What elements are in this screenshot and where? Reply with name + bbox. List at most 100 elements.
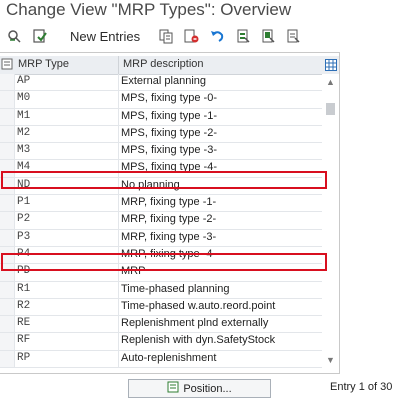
column-header-mrp-type[interactable]: MRP Type — [18, 58, 69, 70]
mrp-description-cell[interactable]: Replenish with dyn.SafetyStock — [121, 334, 275, 346]
display-change-icon[interactable] — [5, 26, 25, 46]
new-entries-button[interactable]: New Entries — [70, 29, 140, 44]
column-divider — [118, 316, 119, 333]
mrp-type-cell[interactable]: AP — [17, 75, 30, 87]
table-row[interactable]: P2 MRP, fixing type -2- — [0, 212, 322, 230]
mrp-type-cell[interactable]: PD — [17, 265, 30, 277]
select-block-icon[interactable] — [258, 26, 278, 46]
mrp-description-cell[interactable]: MPS, fixing type -0- — [121, 92, 217, 104]
mrp-description-cell[interactable]: MPS, fixing type -4- — [121, 161, 217, 173]
mrp-description-cell[interactable]: MRP — [121, 265, 145, 277]
undo-icon[interactable] — [207, 26, 227, 46]
mrp-description-cell[interactable]: External planning — [121, 75, 206, 87]
table-row[interactable]: RF Replenish with dyn.SafetyStock — [0, 333, 322, 351]
scroll-thumb[interactable] — [326, 103, 335, 115]
mrp-description-cell[interactable]: Auto-replenishment — [121, 352, 216, 364]
row-selector[interactable] — [0, 298, 15, 316]
row-selector[interactable] — [0, 229, 15, 246]
mrp-description-cell[interactable]: MPS, fixing type -1- — [121, 110, 217, 122]
mrp-type-cell[interactable]: M3 — [17, 144, 30, 156]
row-selector[interactable] — [0, 246, 15, 264]
table-row[interactable]: P4 MRP, fixing type -4- — [0, 246, 322, 265]
row-selector[interactable] — [0, 350, 15, 368]
row-selector[interactable] — [0, 212, 15, 229]
table-row[interactable]: AP External planning — [0, 74, 322, 92]
table-row[interactable]: M0 MPS, fixing type -0- — [0, 91, 322, 109]
mrp-type-cell[interactable]: R2 — [17, 300, 30, 312]
mrp-description-cell[interactable]: MRP, fixing type -2- — [121, 213, 216, 225]
position-icon — [167, 381, 179, 396]
table-row[interactable]: M4 MPS, fixing type -4- — [0, 160, 322, 178]
table-row[interactable]: M3 MPS, fixing type -3- — [0, 143, 322, 161]
select-all-icon[interactable] — [233, 26, 253, 46]
mrp-type-cell[interactable]: ND — [17, 179, 30, 191]
row-selector[interactable] — [0, 177, 15, 195]
row-selector[interactable] — [0, 143, 15, 160]
vertical-scrollbar[interactable]: ▲ ▼ — [323, 75, 338, 371]
row-selector[interactable] — [0, 264, 15, 281]
mrp-type-cell[interactable]: M2 — [17, 127, 30, 139]
row-selector[interactable] — [0, 316, 15, 333]
mrp-description-cell[interactable]: MPS, fixing type -2- — [121, 127, 217, 139]
column-divider — [118, 91, 119, 108]
table-row[interactable]: R1 Time-phased planning — [0, 281, 322, 299]
table-settings-icon[interactable] — [322, 56, 339, 74]
table-row[interactable]: M1 MPS, fixing type -1- — [0, 108, 322, 126]
table-row[interactable]: RE Replenishment plnd externally — [0, 316, 322, 334]
mrp-type-cell[interactable]: M1 — [17, 110, 30, 122]
row-selector[interactable] — [0, 74, 15, 91]
deselect-all-icon[interactable] — [283, 26, 303, 46]
table-row[interactable]: R2 Time-phased w.auto.reord.point — [0, 298, 322, 317]
column-divider — [118, 177, 119, 195]
row-selector[interactable] — [0, 91, 15, 108]
row-selector[interactable] — [0, 125, 15, 143]
row-selector[interactable] — [0, 281, 15, 298]
row-selector[interactable] — [0, 108, 15, 125]
column-divider — [118, 125, 119, 143]
mrp-type-cell[interactable]: M0 — [17, 92, 30, 104]
row-selector[interactable] — [0, 333, 15, 350]
toolbar: New Entries — [0, 24, 401, 50]
mrp-type-cell[interactable]: R1 — [17, 283, 30, 295]
column-divider — [118, 264, 119, 281]
mrp-description-cell[interactable]: MRP, fixing type -4- — [121, 248, 216, 260]
mrp-type-cell[interactable]: RE — [17, 317, 30, 329]
mrp-description-cell[interactable]: Replenishment plnd externally — [121, 317, 268, 329]
scroll-up-icon[interactable]: ▲ — [323, 77, 338, 91]
table-row[interactable]: M2 MPS, fixing type -2- — [0, 125, 322, 144]
row-selector[interactable] — [0, 195, 15, 212]
row-selector[interactable] — [0, 160, 15, 177]
copy-icon[interactable] — [156, 26, 176, 46]
page-title: Change View "MRP Types": Overview — [6, 0, 292, 19]
mrp-type-cell[interactable]: P4 — [17, 248, 30, 260]
column-divider — [118, 298, 119, 316]
table-row[interactable]: P3 MRP, fixing type -3- — [0, 229, 322, 247]
column-header-mrp-description[interactable]: MRP description — [123, 58, 204, 70]
table-row[interactable]: PD MRP — [0, 264, 322, 282]
column-divider — [118, 56, 119, 74]
mrp-description-cell[interactable]: MRP, fixing type -3- — [121, 231, 216, 243]
position-button[interactable]: Position... — [128, 379, 271, 398]
check-icon[interactable] — [30, 26, 50, 46]
entry-counter: Entry 1 of 30 — [330, 381, 393, 393]
mrp-type-cell[interactable]: RF — [17, 334, 30, 346]
column-select-icon[interactable] — [1, 58, 13, 73]
mrp-description-cell[interactable]: Time-phased planning — [121, 283, 229, 295]
mrp-type-cell[interactable]: RP — [17, 352, 30, 364]
mrp-type-cell[interactable]: M4 — [17, 161, 30, 173]
mrp-description-cell[interactable]: Time-phased w.auto.reord.point — [121, 300, 275, 312]
mrp-description-cell[interactable]: No planning — [121, 179, 180, 191]
mrp-description-cell[interactable]: MRP, fixing type -1- — [121, 196, 216, 208]
table-row[interactable]: RP Auto-replenishment — [0, 350, 322, 369]
table-row[interactable]: P1 MRP, fixing type -1- — [0, 195, 322, 213]
mrp-type-cell[interactable]: P2 — [17, 213, 30, 225]
mrp-type-cell[interactable]: P1 — [17, 196, 30, 208]
table-row[interactable]: ND No planning — [0, 177, 322, 196]
delete-icon[interactable] — [181, 26, 201, 46]
mrp-type-cell[interactable]: P3 — [17, 231, 30, 243]
mrp-description-cell[interactable]: MPS, fixing type -3- — [121, 144, 217, 156]
column-divider — [118, 74, 119, 91]
scroll-down-icon[interactable]: ▼ — [323, 355, 338, 369]
position-label: Position... — [183, 382, 232, 395]
column-divider — [118, 143, 119, 160]
